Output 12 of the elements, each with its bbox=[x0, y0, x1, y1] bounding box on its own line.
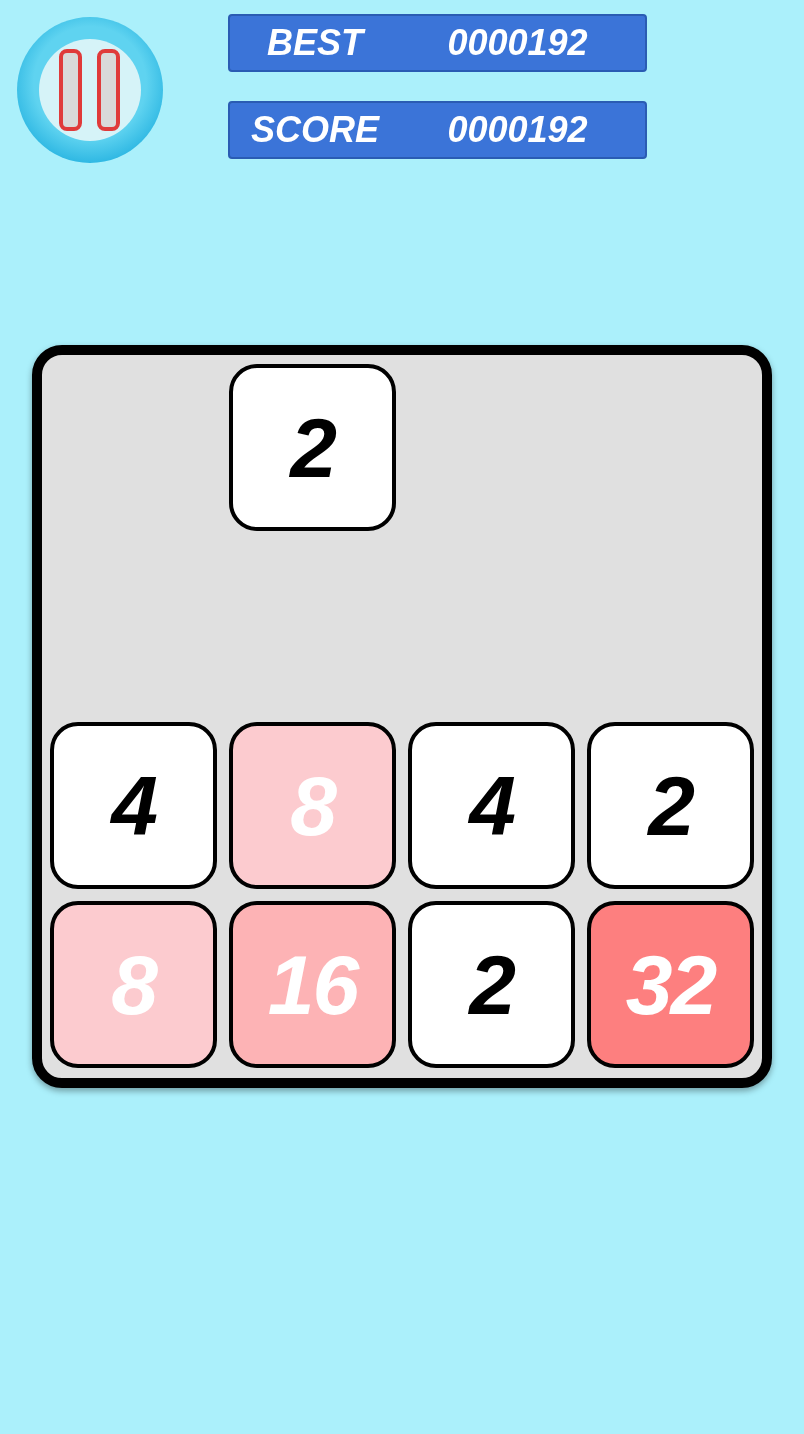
pause-icon bbox=[17, 17, 163, 163]
tile-number: 2 bbox=[648, 763, 693, 848]
tile-number: 2 bbox=[469, 942, 514, 1027]
tile-number: 4 bbox=[469, 763, 514, 848]
score-value: 0000192 bbox=[447, 25, 588, 61]
score-value: 0000192 bbox=[447, 112, 588, 148]
tile-number: 4 bbox=[111, 763, 156, 848]
tile-number: 32 bbox=[625, 942, 716, 1027]
pause-button[interactable] bbox=[17, 17, 163, 163]
tile-number: 16 bbox=[267, 942, 358, 1027]
score-label: SCORE bbox=[251, 112, 379, 148]
tile-number: 2 bbox=[290, 405, 335, 490]
